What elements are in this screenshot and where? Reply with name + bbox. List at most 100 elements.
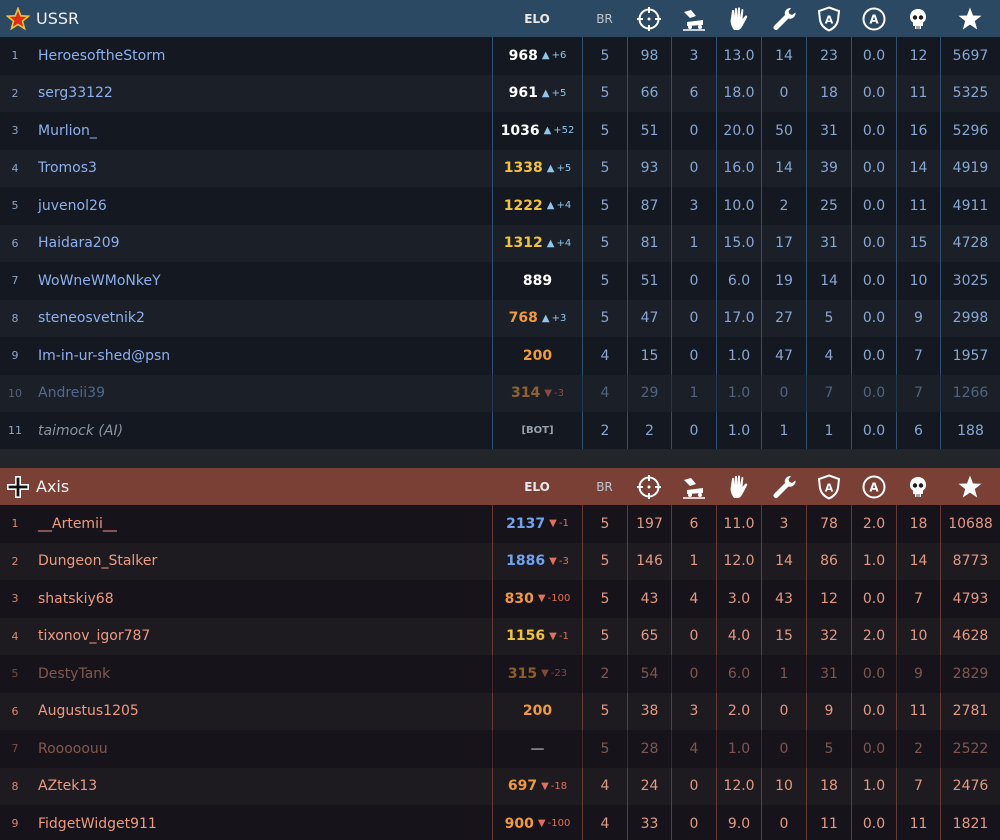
player-row[interactable]: 4 tixonov_igor787 1156 ▼ -1 5 65 0 4.0 15 32 2.0 10 4…	[0, 617, 1000, 656]
player-name-link[interactable]: Murlion_	[38, 112, 488, 150]
player-row[interactable]: 7 WoWneWMoNkeY 889 5 51 0 6.0 19 14 0.0 10 3025	[0, 262, 1000, 300]
player-row[interactable]: 9 Im-in-ur-shed@psn 200 4 15 0 1.0 47 4 0.0 7 1957	[0, 337, 1000, 375]
player-name-link[interactable]: serg33122	[38, 75, 488, 113]
ground-kills-icon-column-header[interactable]	[671, 468, 716, 505]
ai-kills-icon-column-header[interactable]: A	[851, 468, 896, 505]
assists-value: 15.0	[716, 224, 761, 262]
player-name-link[interactable]: Rooooouu	[38, 730, 488, 768]
player-name-link[interactable]: Augustus1205	[38, 693, 488, 731]
team-name: Axis	[36, 477, 70, 496]
repairs-wrench-icon	[771, 474, 797, 500]
player-row[interactable]: 6 Augustus1205 200 5 38 3 2.0 0 9 0.0 11 2781	[0, 692, 1000, 731]
player-name-link[interactable]: DestyTank	[38, 655, 488, 693]
player-row[interactable]: 3 shatskiy68 830 ▼ -100 5 43 4 3.0 43 12 0.0 7 4793	[0, 580, 1000, 618]
player-name-link[interactable]: WoWneWMoNkeY	[38, 262, 488, 300]
kills-value: 81	[627, 224, 671, 262]
deaths-skull-icon-column-header[interactable]	[896, 0, 940, 37]
elo-value: 768	[508, 310, 538, 327]
kills-value: 24	[627, 767, 671, 805]
player-name-link[interactable]: juvenol26	[38, 187, 488, 225]
ground-kills-icon-column-header[interactable]	[671, 0, 716, 37]
score-star-icon-column-header[interactable]	[940, 468, 1000, 505]
player-name-link[interactable]: FidgetWidget911	[38, 805, 488, 840]
captures-value: 18	[806, 74, 851, 112]
player-name-link[interactable]: __Artemii__	[38, 505, 488, 543]
captures-value: 32	[806, 617, 851, 655]
player-rank: 6	[11, 704, 19, 718]
player-name-link[interactable]: tixonov_igor787	[38, 618, 488, 656]
player-row[interactable]: 5 DestyTank 315 ▼ -23 2 54 0 6.0 1 31 0.0 9 2829	[0, 655, 1000, 693]
br-value: 5	[582, 187, 627, 225]
ai-kills-icon-column-header[interactable]: A	[851, 0, 896, 37]
repairs-wrench-icon-column-header[interactable]	[761, 468, 806, 505]
ai-kills-value: 0.0	[851, 149, 896, 187]
player-name-link[interactable]: shatskiy68	[38, 580, 488, 618]
player-row[interactable]: 4 Tromos3 1338 ▲ +5 5 93 0 16.0 14 39 0.0 14 4919	[0, 149, 1000, 188]
team-header-axis: Axis ELO BR A A	[0, 468, 1000, 505]
player-row[interactable]: 3 Murlion_ 1036 ▲ +52 5 51 0 20.0 50 31 0.0 16 5296	[0, 112, 1000, 150]
ai-kills-value: 0.0	[851, 262, 896, 300]
assists-hand-icon-column-header[interactable]	[716, 468, 761, 505]
kills-crosshair-icon-column-header[interactable]	[627, 0, 671, 37]
elo-value: 1338	[503, 160, 543, 177]
kills-value: 87	[627, 187, 671, 225]
ai-kills-value: 0.0	[851, 299, 896, 337]
elo-column-header[interactable]: ELO	[524, 480, 550, 494]
deaths-skull-icon-column-header[interactable]	[896, 468, 940, 505]
kills-crosshair-icon-column-header[interactable]	[627, 468, 671, 505]
player-name-link[interactable]: Andreii39	[38, 375, 488, 413]
team-separator	[0, 449, 1000, 468]
deaths-skull-icon	[905, 6, 931, 32]
player-name-link[interactable]: taimock (AI)	[38, 412, 488, 450]
player-row[interactable]: 6 Haidara209 1312 ▲ +4 5 81 1 15.0 17 31 0.0 15 4728	[0, 224, 1000, 263]
repairs-value: 1	[761, 655, 806, 693]
player-row[interactable]: 11 taimock (AI) [BOT] 2 2 0 1.0 1 1 0.0 6 188	[0, 412, 1000, 450]
elo-column-header[interactable]: ELO	[524, 12, 550, 26]
score-star-icon-column-header[interactable]	[940, 0, 1000, 37]
player-row[interactable]: 2 Dungeon_Stalker 1886 ▼ -3 5 146 1 12.0 14 86 1.0 1…	[0, 542, 1000, 581]
player-row[interactable]: 10 Andreii39 314 ▼ -3 4 29 1 1.0 0 7 0.0 7 1266	[0, 374, 1000, 413]
repairs-value: 27	[761, 299, 806, 337]
player-name-link[interactable]: Haidara209	[38, 225, 488, 263]
player-row[interactable]: 8 AZtek13 697 ▼ -18 4 24 0 12.0 10 18 1.0 7 2476	[0, 767, 1000, 806]
captures-shield-icon-column-header[interactable]: A	[806, 0, 851, 37]
deaths-value: 7	[896, 580, 940, 618]
player-name-link[interactable]: steneosvetnik2	[38, 300, 488, 338]
player-name-link[interactable]: AZtek13	[38, 768, 488, 806]
player-row[interactable]: 7 Rooooouu —5 28 4 1.0 0 5 0.0 2 2522	[0, 730, 1000, 768]
captures-value: 11	[806, 805, 851, 840]
player-row[interactable]: 5 juvenol26 1222 ▲ +4 5 87 3 10.0 2 25 0.0 11 4911	[0, 187, 1000, 225]
ground-kills-value: 0	[671, 412, 716, 450]
captures-shield-icon-column-header[interactable]: A	[806, 468, 851, 505]
svg-text:A: A	[824, 13, 833, 26]
captures-value: 5	[806, 299, 851, 337]
ground-kills-value: 0	[671, 617, 716, 655]
ground-kills-icon	[681, 474, 707, 500]
br-column-header[interactable]: BR	[596, 12, 613, 26]
score-value: 1821	[940, 805, 1000, 840]
repairs-wrench-icon-column-header[interactable]	[761, 0, 806, 37]
ai-kills-value: 0.0	[851, 374, 896, 412]
player-row[interactable]: 8 steneosvetnik2 768 ▲ +3 5 47 0 17.0 27 5 0.0 9 2998	[0, 299, 1000, 338]
ai-kills-value: 0.0	[851, 337, 896, 375]
assists-hand-icon-column-header[interactable]	[716, 0, 761, 37]
score-value: 188	[940, 412, 1000, 450]
player-name-link[interactable]: Tromos3	[38, 150, 488, 188]
repairs-wrench-icon	[771, 6, 797, 32]
assists-value: 2.0	[716, 692, 761, 730]
br-value: 4	[582, 337, 627, 375]
player-row[interactable]: 1 __Artemii__ 2137 ▼ -1 5 197 6 11.0 3 78 2.0 18 1068…	[0, 505, 1000, 543]
score-value: 4728	[940, 224, 1000, 262]
player-row[interactable]: 2 serg33122 961 ▲ +5 5 66 6 18.0 0 18 0.0 11 5325	[0, 74, 1000, 113]
assists-value: 6.0	[716, 655, 761, 693]
player-row[interactable]: 1 HeroesoftheStorm 968 ▲ +6 5 98 3 13.0 14 23 0.0 12…	[0, 37, 1000, 75]
player-name-link[interactable]: HeroesoftheStorm	[38, 37, 488, 75]
player-name-link[interactable]: Dungeon_Stalker	[38, 543, 488, 581]
br-column-header[interactable]: BR	[596, 480, 613, 494]
elo-cell: 200	[492, 692, 582, 730]
player-name-link[interactable]: Im-in-ur-shed@psn	[38, 337, 488, 375]
arrow-down-icon: ▼	[541, 668, 549, 680]
player-row[interactable]: 9 FidgetWidget911 900 ▼ -100 4 33 0 9.0 0 11 0.0 11 1…	[0, 805, 1000, 840]
br-value: 4	[582, 805, 627, 840]
assists-value: 13.0	[716, 37, 761, 75]
